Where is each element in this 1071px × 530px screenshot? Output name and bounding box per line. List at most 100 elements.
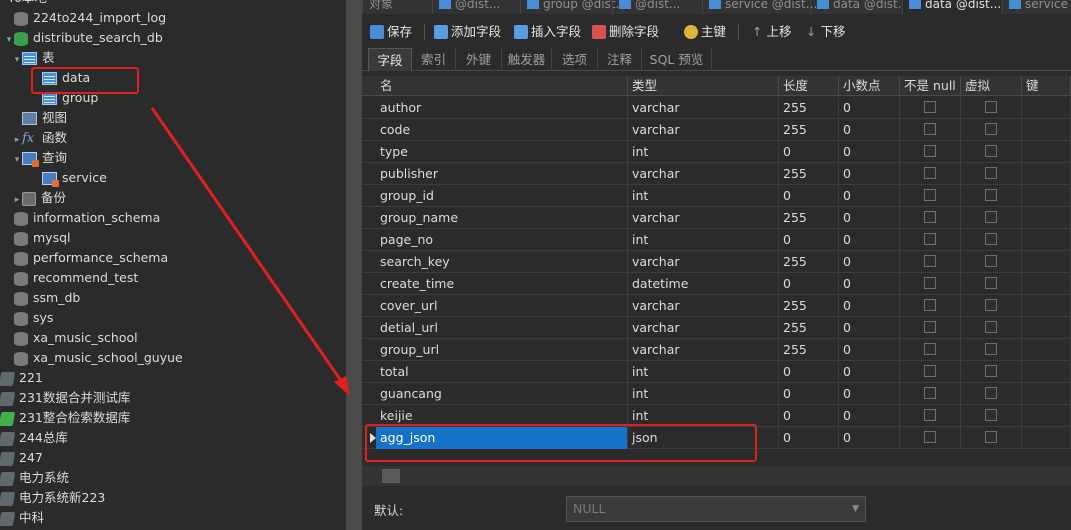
cell-virtual-checkbox[interactable] xyxy=(961,317,1022,339)
pane-splitter[interactable] xyxy=(346,0,362,530)
cell-decimals[interactable]: 0 xyxy=(839,273,900,295)
table-row[interactable]: create_time datetime 0 0 xyxy=(362,273,1071,295)
cell-length[interactable]: 0 xyxy=(779,383,839,405)
cell-key[interactable] xyxy=(1022,273,1071,295)
cell-key[interactable] xyxy=(1022,295,1071,317)
tree-item-247[interactable]: 247 xyxy=(0,448,43,468)
not-null-checkbox[interactable] xyxy=(924,101,936,113)
cell-type[interactable]: int xyxy=(628,229,779,251)
cell-key[interactable] xyxy=(1022,97,1071,119)
cell-length[interactable]: 0 xyxy=(779,229,839,251)
cell-length[interactable]: 0 xyxy=(779,361,839,383)
cell-name[interactable]: create_time xyxy=(376,273,628,295)
object-tab[interactable]: data @dist... xyxy=(810,0,909,14)
cell-length[interactable]: 0 xyxy=(779,185,839,207)
cell-name[interactable]: group_id xyxy=(376,185,628,207)
not-null-checkbox[interactable] xyxy=(924,343,936,355)
move-up-button[interactable]: ↑ 上移 xyxy=(752,22,792,42)
cell-virtual-checkbox[interactable] xyxy=(961,251,1022,273)
header-key[interactable]: 键 xyxy=(1022,76,1071,96)
table-row[interactable]: cover_url varchar 255 0 xyxy=(362,295,1071,317)
add-field-button[interactable]: 添加字段 xyxy=(434,22,501,42)
cell-key[interactable] xyxy=(1022,339,1071,361)
tree-item-service[interactable]: service xyxy=(32,168,107,188)
table-row[interactable]: publisher varchar 255 0 xyxy=(362,163,1071,185)
tree-item-表[interactable]: ▾ 表 xyxy=(12,48,55,68)
object-tab[interactable]: @dist... xyxy=(432,0,500,14)
expanded-icon[interactable]: ▾ xyxy=(12,150,22,170)
cell-decimals[interactable]: 0 xyxy=(839,361,900,383)
table-row[interactable]: page_no int 0 0 xyxy=(362,229,1071,251)
virtual-checkbox[interactable] xyxy=(985,189,997,201)
virtual-checkbox[interactable] xyxy=(985,211,997,223)
not-null-checkbox[interactable] xyxy=(924,189,936,201)
cell-virtual-checkbox[interactable] xyxy=(961,339,1022,361)
table-row[interactable]: group_name varchar 255 0 xyxy=(362,207,1071,229)
cell-length[interactable]: 0 xyxy=(779,427,839,449)
header-name[interactable]: 名 xyxy=(376,76,628,96)
tree-item-查询[interactable]: ▾ 查询 xyxy=(12,148,67,168)
cell-not-null-checkbox[interactable] xyxy=(900,119,961,141)
cell-decimals[interactable]: 0 xyxy=(839,119,900,141)
table-row[interactable]: group_url varchar 255 0 xyxy=(362,339,1071,361)
cell-decimals[interactable]: 0 xyxy=(839,427,900,449)
not-null-checkbox[interactable] xyxy=(924,409,936,421)
header-decimals[interactable]: 小数点 xyxy=(839,76,900,96)
header-length[interactable]: 长度 xyxy=(779,76,839,96)
not-null-checkbox[interactable] xyxy=(924,277,936,289)
cell-length[interactable]: 255 xyxy=(779,339,839,361)
cell-key[interactable] xyxy=(1022,317,1071,339)
tree-item-ssm_db[interactable]: ssm_db xyxy=(4,288,80,308)
tab-6[interactable]: SQL 预览 xyxy=(642,48,712,71)
cell-key[interactable] xyxy=(1022,185,1071,207)
cell-decimals[interactable]: 0 xyxy=(839,405,900,427)
not-null-checkbox[interactable] xyxy=(924,255,936,267)
cell-virtual-checkbox[interactable] xyxy=(961,383,1022,405)
cell-name[interactable]: guancang xyxy=(376,383,628,405)
cell-name[interactable]: cover_url xyxy=(376,295,628,317)
cell-decimals[interactable]: 0 xyxy=(839,163,900,185)
cell-not-null-checkbox[interactable] xyxy=(900,427,961,449)
object-tab[interactable]: group @dist... xyxy=(520,0,627,14)
virtual-checkbox[interactable] xyxy=(985,167,997,179)
cell-type[interactable]: varchar xyxy=(628,97,779,119)
collapsed-icon[interactable]: ▸ xyxy=(12,190,22,210)
primary-key-button[interactable]: 主键 xyxy=(684,22,726,42)
cell-virtual-checkbox[interactable] xyxy=(961,119,1022,141)
cell-decimals[interactable]: 0 xyxy=(839,207,900,229)
horizontal-scrollbar[interactable] xyxy=(362,466,1071,486)
cell-decimals[interactable]: 0 xyxy=(839,295,900,317)
cell-type[interactable]: varchar xyxy=(628,339,779,361)
cell-name[interactable]: total xyxy=(376,361,628,383)
cell-type[interactable]: int xyxy=(628,383,779,405)
cell-length[interactable]: 255 xyxy=(779,119,839,141)
cell-length[interactable]: 255 xyxy=(779,295,839,317)
cell-not-null-checkbox[interactable] xyxy=(900,383,961,405)
header-virtual[interactable]: 虚拟 xyxy=(961,76,1022,96)
cell-not-null-checkbox[interactable] xyxy=(900,361,961,383)
tree-item-mysql[interactable]: mysql xyxy=(4,228,71,248)
cell-not-null-checkbox[interactable] xyxy=(900,295,961,317)
cell-type[interactable]: varchar xyxy=(628,163,779,185)
table-row[interactable]: type int 0 0 xyxy=(362,141,1071,163)
insert-field-button[interactable]: 插入字段 xyxy=(514,22,581,42)
header-type[interactable]: 类型 xyxy=(628,76,779,96)
tab-3[interactable]: 触发器 xyxy=(502,48,552,71)
not-null-checkbox[interactable] xyxy=(924,123,936,135)
tree-item-performance_schema[interactable]: performance_schema xyxy=(4,248,168,268)
table-row[interactable]: code varchar 255 0 xyxy=(362,119,1071,141)
cell-name[interactable]: author xyxy=(376,97,628,119)
cell-name[interactable]: type xyxy=(376,141,628,163)
cell-not-null-checkbox[interactable] xyxy=(900,185,961,207)
cell-virtual-checkbox[interactable] xyxy=(961,405,1022,427)
cell-name[interactable]: detial_url xyxy=(376,317,628,339)
tree-item-231整合检索数据库[interactable]: 231整合检索数据库 xyxy=(0,408,130,428)
cell-decimals[interactable]: 0 xyxy=(839,185,900,207)
cell-virtual-checkbox[interactable] xyxy=(961,207,1022,229)
virtual-checkbox[interactable] xyxy=(985,365,997,377)
cell-not-null-checkbox[interactable] xyxy=(900,317,961,339)
object-tab[interactable]: service xyxy=(1002,0,1068,14)
tree-item-recommend_test[interactable]: recommend_test xyxy=(4,268,138,288)
cell-not-null-checkbox[interactable] xyxy=(900,229,961,251)
object-tab[interactable]: 对象 xyxy=(362,0,393,14)
